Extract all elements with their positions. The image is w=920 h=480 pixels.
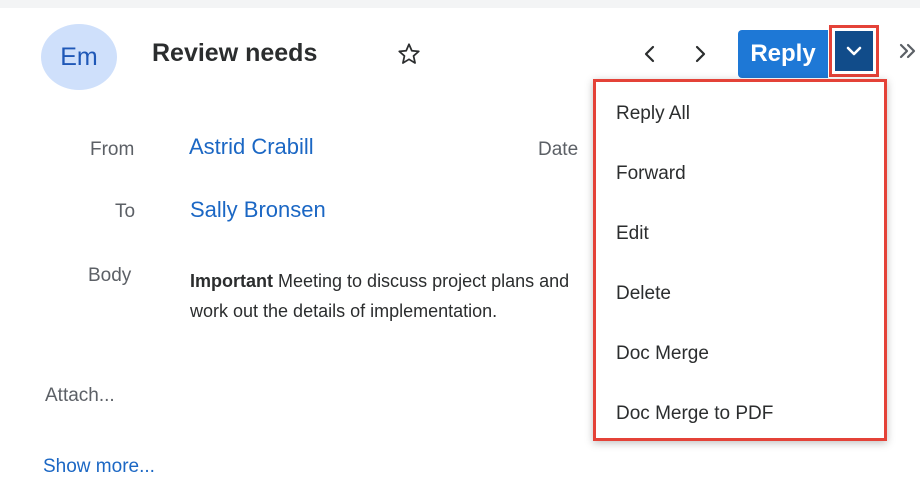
body-label: Body <box>88 265 132 286</box>
reply-button[interactable]: Reply <box>738 30 828 78</box>
menu-item-reply-all[interactable]: Reply All <box>596 84 884 144</box>
from-value-link[interactable]: Astrid Crabill <box>189 134 314 160</box>
body-bold-text: Important <box>190 271 273 291</box>
menu-item-doc-merge-pdf[interactable]: Doc Merge to PDF <box>596 384 884 444</box>
star-icon[interactable] <box>396 41 422 67</box>
show-more-link[interactable]: Show more... <box>43 456 155 478</box>
record-title: Review needs <box>152 39 318 67</box>
actions-dropdown-toggle-highlight <box>829 25 879 77</box>
actions-dropdown-menu: Reply All Forward Edit Delete Doc Merge … <box>593 79 887 441</box>
attachments-label[interactable]: Attach... <box>45 385 115 407</box>
chevron-down-icon <box>846 46 862 56</box>
body-text: Important Meeting to discuss project pla… <box>190 266 590 326</box>
menu-item-forward[interactable]: Forward <box>596 144 884 204</box>
to-value-link[interactable]: Sally Bronsen <box>190 197 326 223</box>
avatar-initials: Em <box>60 42 98 71</box>
chevron-right-icon[interactable] <box>688 41 712 67</box>
to-label: To <box>115 201 136 222</box>
record-avatar: Em <box>41 24 117 90</box>
date-label: Date <box>538 139 579 160</box>
chevron-left-icon[interactable] <box>638 41 662 67</box>
menu-item-delete[interactable]: Delete <box>596 264 884 324</box>
menu-item-doc-merge[interactable]: Doc Merge <box>596 324 884 384</box>
double-chevron-right-icon[interactable] <box>894 36 920 66</box>
from-label: From <box>90 139 135 160</box>
actions-dropdown-button[interactable] <box>835 31 873 71</box>
menu-item-edit[interactable]: Edit <box>596 204 884 264</box>
top-strip <box>0 0 920 8</box>
